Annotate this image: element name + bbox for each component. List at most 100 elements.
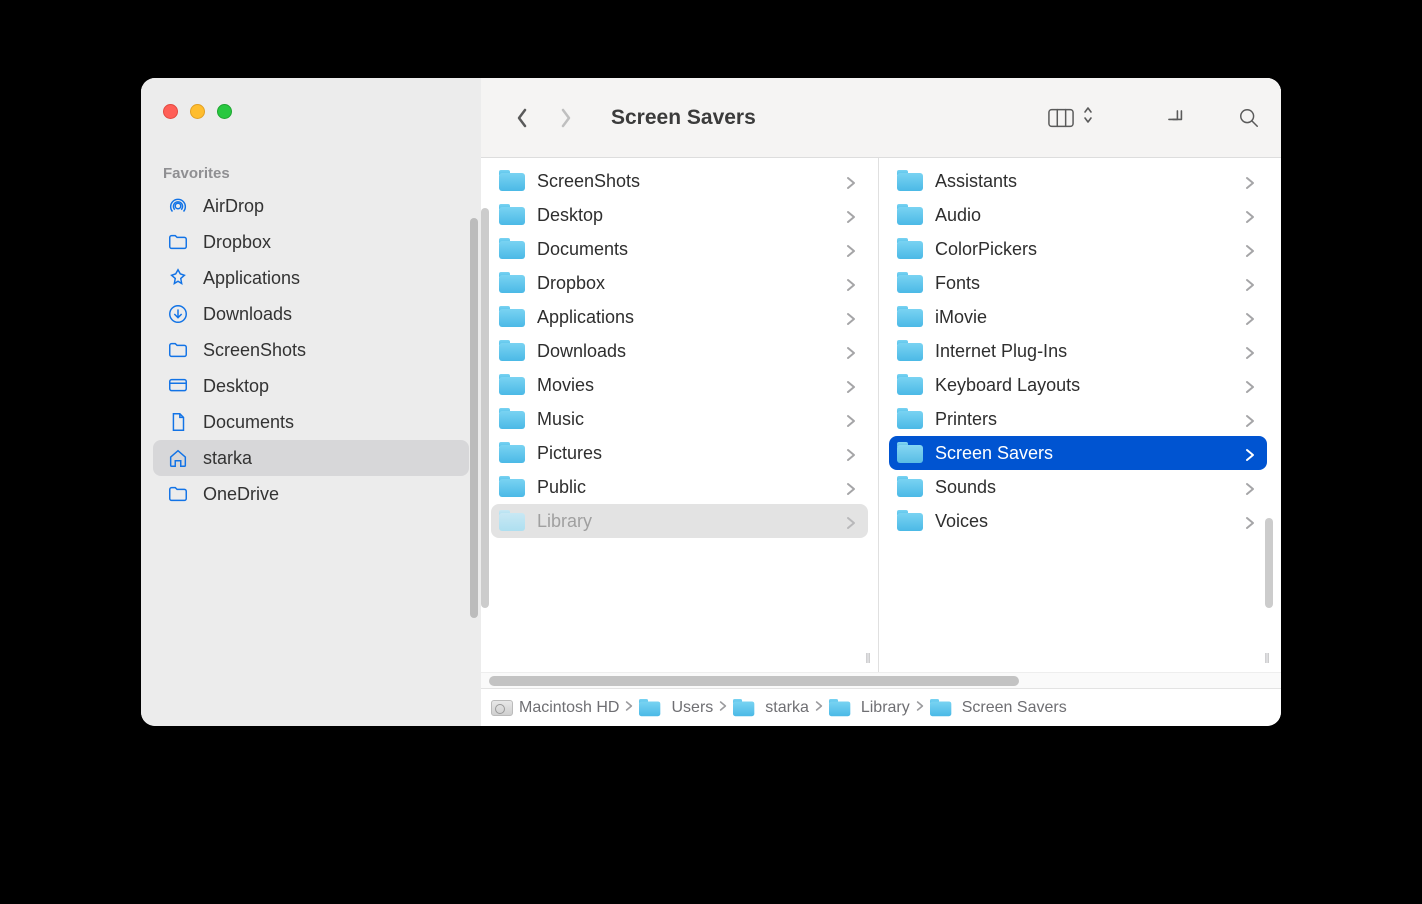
zoom-window-button[interactable] bbox=[217, 104, 232, 119]
path-segment[interactable]: Macintosh HD bbox=[491, 699, 619, 717]
folder-item[interactable]: iMovie bbox=[889, 300, 1267, 334]
chevron-right-icon bbox=[1245, 242, 1255, 256]
chevron-right-icon bbox=[846, 174, 856, 188]
column-view-icon bbox=[1047, 104, 1075, 132]
folder-item-label: Assistants bbox=[935, 171, 1233, 192]
folder-item[interactable]: ColorPickers bbox=[889, 232, 1267, 266]
folder-item-label: Movies bbox=[537, 375, 834, 396]
sidebar-item-label: AirDrop bbox=[203, 196, 455, 217]
airdrop-icon bbox=[167, 195, 189, 217]
folder-item[interactable]: Assistants bbox=[889, 164, 1267, 198]
path-segment-label: Users bbox=[671, 699, 713, 717]
folder-icon bbox=[499, 238, 525, 260]
main-pane: Screen Savers ScreenShots DesktopDocument… bbox=[481, 78, 1281, 726]
folder-item[interactable]: Downloads bbox=[491, 334, 868, 368]
folder-icon bbox=[499, 170, 525, 192]
folder-item[interactable]: Voices bbox=[889, 504, 1267, 538]
folder-item[interactable]: Documents bbox=[491, 232, 868, 266]
sidebar-scrollbar[interactable] bbox=[470, 218, 478, 618]
folder-item[interactable]: Keyboard Layouts bbox=[889, 368, 1267, 402]
folder-item[interactable]: Library bbox=[491, 504, 868, 538]
folder-item[interactable]: Screen Savers bbox=[889, 436, 1267, 470]
folder-item[interactable]: Fonts bbox=[889, 266, 1267, 300]
view-options[interactable] bbox=[1047, 104, 1095, 132]
sidebar-item-downloads[interactable]: Downloads bbox=[153, 296, 469, 332]
sidebar-item-label: OneDrive bbox=[203, 484, 455, 505]
folder-item-label: Screen Savers bbox=[935, 443, 1233, 464]
view-options-caret-icon bbox=[1081, 104, 1095, 131]
folder-item-label: Fonts bbox=[935, 273, 1233, 294]
sidebar-item-label: ScreenShots bbox=[203, 340, 455, 361]
horizontal-scrollbar-track[interactable] bbox=[481, 672, 1281, 688]
column-1-scrollbar[interactable] bbox=[1265, 518, 1273, 608]
window-title: Screen Savers bbox=[611, 106, 756, 130]
home-icon bbox=[167, 447, 189, 469]
path-segment[interactable]: Library bbox=[829, 697, 910, 719]
chevron-right-icon bbox=[846, 446, 856, 460]
hdd-icon bbox=[491, 700, 513, 716]
column-resize-handle[interactable]: ‖ bbox=[860, 650, 874, 666]
chevron-right-icon bbox=[846, 480, 856, 494]
folder-item[interactable]: Sounds bbox=[889, 470, 1267, 504]
sidebar-item-screenshots[interactable]: ScreenShots bbox=[153, 332, 469, 368]
path-bar: Macintosh HD Users starka Library Screen Sav… bbox=[481, 688, 1281, 726]
folder-item-label: ScreenShots bbox=[537, 171, 834, 192]
folder-item[interactable]: Desktop bbox=[491, 198, 868, 232]
chevron-right-icon bbox=[846, 276, 856, 290]
chevron-right-icon bbox=[1245, 208, 1255, 222]
search-button[interactable] bbox=[1235, 104, 1263, 132]
path-segment[interactable]: Users bbox=[639, 697, 713, 719]
chevron-right-icon bbox=[1245, 344, 1255, 358]
folder-item[interactable]: Internet Plug-Ins bbox=[889, 334, 1267, 368]
sidebar-item-applications[interactable]: Applications bbox=[153, 260, 469, 296]
folder-item[interactable]: Movies bbox=[491, 368, 868, 402]
folder-item[interactable]: Pictures bbox=[491, 436, 868, 470]
sidebar-item-label: Documents bbox=[203, 412, 455, 433]
folder-item-label: Pictures bbox=[537, 443, 834, 464]
folder-icon bbox=[639, 698, 660, 716]
overflow-button[interactable] bbox=[1161, 104, 1189, 132]
folder-item[interactable]: Music bbox=[491, 402, 868, 436]
close-window-button[interactable] bbox=[163, 104, 178, 119]
finder-window: Favorites AirDropDropboxApplicationsDown… bbox=[141, 78, 1281, 726]
folder-icon bbox=[499, 340, 525, 362]
path-segment-label: Screen Savers bbox=[962, 699, 1067, 717]
folder-item[interactable]: Printers bbox=[889, 402, 1267, 436]
forward-button[interactable] bbox=[557, 106, 575, 130]
sidebar-item-dropbox[interactable]: Dropbox bbox=[153, 224, 469, 260]
chevron-right-icon bbox=[719, 699, 727, 717]
sidebar-item-onedrive[interactable]: OneDrive bbox=[153, 476, 469, 512]
path-segment[interactable]: starka bbox=[733, 697, 809, 719]
chevron-right-icon bbox=[846, 412, 856, 426]
chevron-right-icon bbox=[1245, 514, 1255, 528]
folder-item-label: ColorPickers bbox=[935, 239, 1233, 260]
folder-item[interactable]: Public bbox=[491, 470, 868, 504]
back-button[interactable] bbox=[513, 106, 531, 130]
folder-icon bbox=[897, 340, 923, 362]
folder-item[interactable]: Audio bbox=[889, 198, 1267, 232]
chevron-right-icon bbox=[846, 208, 856, 222]
sidebar-item-documents[interactable]: Documents bbox=[153, 404, 469, 440]
folder-icon bbox=[897, 442, 923, 464]
column-resize-handle[interactable]: ‖ bbox=[1259, 650, 1273, 666]
sidebar-item-starka[interactable]: starka bbox=[153, 440, 469, 476]
folder-icon bbox=[499, 408, 525, 430]
chevron-right-icon bbox=[916, 699, 924, 717]
folder-icon bbox=[930, 698, 951, 716]
sidebar-item-label: Dropbox bbox=[203, 232, 455, 253]
folder-item[interactable]: ScreenShots bbox=[491, 164, 868, 198]
folder-item[interactable]: Applications bbox=[491, 300, 868, 334]
minimize-window-button[interactable] bbox=[190, 104, 205, 119]
window-controls bbox=[141, 96, 481, 119]
horizontal-scrollbar-thumb[interactable] bbox=[489, 676, 1019, 686]
chevron-right-icon bbox=[846, 514, 856, 528]
path-segment[interactable]: Screen Savers bbox=[930, 697, 1067, 719]
folder-item[interactable]: Dropbox bbox=[491, 266, 868, 300]
file-column-0: ScreenShots DesktopDocumentsDropboxApplic… bbox=[481, 158, 879, 672]
sidebar-item-desktop[interactable]: Desktop bbox=[153, 368, 469, 404]
sidebar-item-airdrop[interactable]: AirDrop bbox=[153, 188, 469, 224]
folder-icon bbox=[499, 306, 525, 328]
folder-icon bbox=[499, 510, 525, 532]
folder-icon bbox=[167, 231, 189, 253]
column-0-scrollbar[interactable] bbox=[481, 208, 489, 608]
